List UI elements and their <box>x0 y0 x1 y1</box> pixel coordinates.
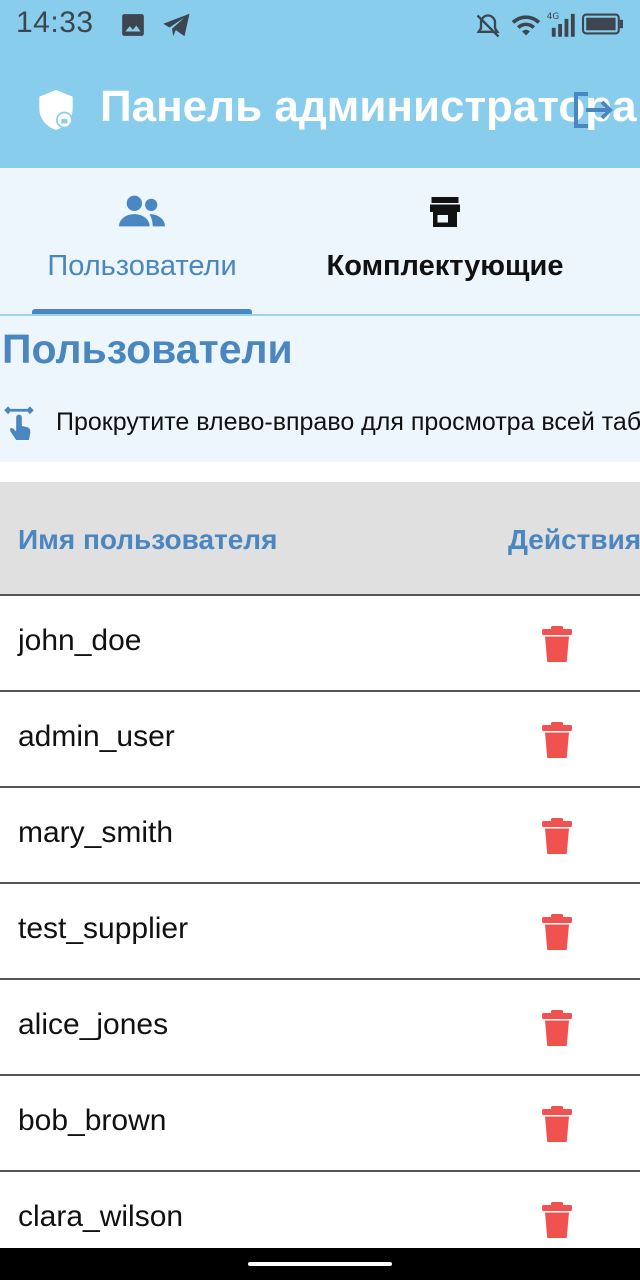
battery-icon <box>582 12 624 41</box>
table-row: alice_jones <box>0 980 640 1076</box>
table-header: Имя пользователя Действия <box>0 482 640 596</box>
username-cell: mary_smith <box>18 816 174 849</box>
admin-shield-icon <box>36 88 76 137</box>
logout-button[interactable] <box>568 86 616 134</box>
delete-button[interactable] <box>538 814 576 858</box>
username-cell: admin_user <box>18 720 175 753</box>
delete-button[interactable] <box>538 622 576 666</box>
table-row: mary_smith <box>0 788 640 884</box>
scroll-hint: Прокрутите влево-вправо для просмотра вс… <box>56 408 640 436</box>
delete-icon <box>542 722 572 758</box>
tab-bar: Пользователи Комплектующие <box>0 168 640 316</box>
delete-button[interactable] <box>538 1102 576 1146</box>
tab-users-label: Пользователи <box>47 250 237 282</box>
svg-text:4G: 4G <box>547 12 560 22</box>
wifi-icon <box>510 12 542 43</box>
username-cell: john_doe <box>18 624 142 657</box>
delete-icon <box>542 1202 572 1238</box>
status-time: 14:33 <box>16 6 94 39</box>
tab-components-label: Комплектующие <box>326 250 564 282</box>
system-nav-bar <box>0 1248 640 1280</box>
column-header-actions: Действия <box>508 524 640 555</box>
tab-components[interactable]: Комплектующие <box>300 168 590 314</box>
app-title: Панель администратора <box>100 82 637 131</box>
tab-users[interactable]: Пользователи <box>28 168 256 314</box>
delete-button[interactable] <box>538 718 576 762</box>
tab-indicator <box>32 309 252 314</box>
users-table[interactable]: Имя пользователя Действия john_doe admin… <box>0 482 640 1268</box>
section-title: Пользователи <box>2 326 293 372</box>
gallery-icon <box>120 12 146 43</box>
delete-button[interactable] <box>538 1006 576 1050</box>
delete-button[interactable] <box>538 910 576 954</box>
app-bar: Панель администратора <box>0 50 640 168</box>
delete-button[interactable] <box>538 1198 576 1242</box>
column-header-username: Имя пользователя <box>18 524 278 555</box>
status-bar: 14:33 4G <box>0 0 640 50</box>
delete-icon <box>542 1010 572 1046</box>
table-row: john_doe <box>0 596 640 692</box>
home-gesture-handle[interactable] <box>248 1262 392 1266</box>
mute-icon <box>474 12 502 45</box>
delete-icon <box>542 818 572 854</box>
delete-icon <box>542 1106 572 1142</box>
username-cell: alice_jones <box>18 1008 169 1041</box>
username-cell: test_supplier <box>18 912 189 945</box>
signal-4g-icon: 4G <box>546 10 578 43</box>
users-section: Пользователи Прокрутите влево-вправо для… <box>0 316 640 462</box>
swipe-icon <box>2 404 36 447</box>
table-row: admin_user <box>0 692 640 788</box>
table-row: bob_brown <box>0 1076 640 1172</box>
store-icon <box>426 194 464 235</box>
telegram-icon <box>162 12 192 43</box>
delete-icon <box>542 626 572 662</box>
table-row: test_supplier <box>0 884 640 980</box>
people-icon <box>119 194 165 233</box>
delete-icon <box>542 914 572 950</box>
username-cell: bob_brown <box>18 1104 167 1137</box>
username-cell: clara_wilson <box>18 1200 184 1233</box>
